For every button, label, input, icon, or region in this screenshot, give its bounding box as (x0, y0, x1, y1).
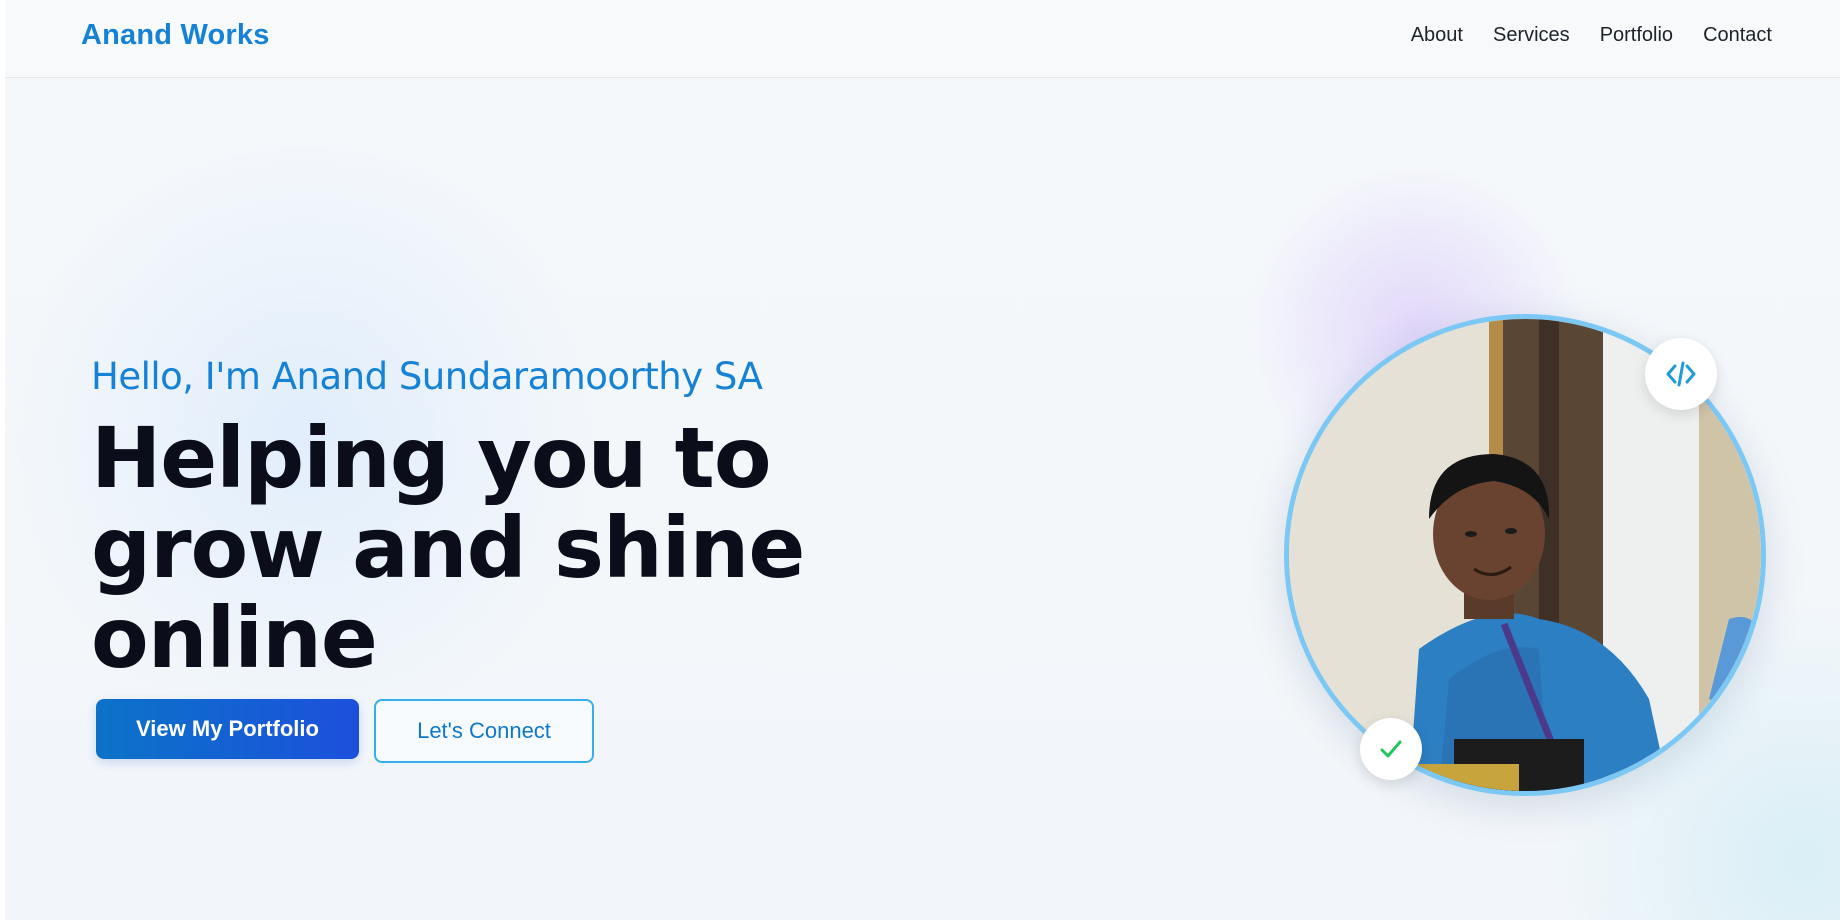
headline-line-3: online (91, 589, 378, 687)
nav-link-services[interactable]: Services (1493, 24, 1570, 47)
hero-greeting: Hello, I'm Anand Sundaramoorthy SA (91, 355, 763, 398)
nav-links: About Services Portfolio Contact (1411, 24, 1772, 47)
code-icon (1666, 361, 1696, 387)
lets-connect-button[interactable]: Let's Connect (374, 699, 594, 763)
nav-link-about[interactable]: About (1411, 24, 1463, 47)
page: Anand Works About Services Portfolio Con… (0, 0, 1840, 920)
check-icon (1380, 740, 1402, 758)
hero-headline: Helping you to grow and shine online (91, 413, 851, 683)
nav-link-contact[interactable]: Contact (1703, 24, 1772, 47)
nav-link-portfolio[interactable]: Portfolio (1600, 24, 1673, 47)
code-badge (1645, 338, 1717, 410)
headline-line-2: grow and shine (91, 499, 805, 597)
view-portfolio-button[interactable]: View My Portfolio (96, 699, 359, 759)
check-badge (1360, 718, 1422, 780)
navbar: Anand Works About Services Portfolio Con… (5, 0, 1840, 78)
headline-line-1: Helping you to (91, 409, 772, 507)
brand-logo[interactable]: Anand Works (81, 19, 270, 52)
